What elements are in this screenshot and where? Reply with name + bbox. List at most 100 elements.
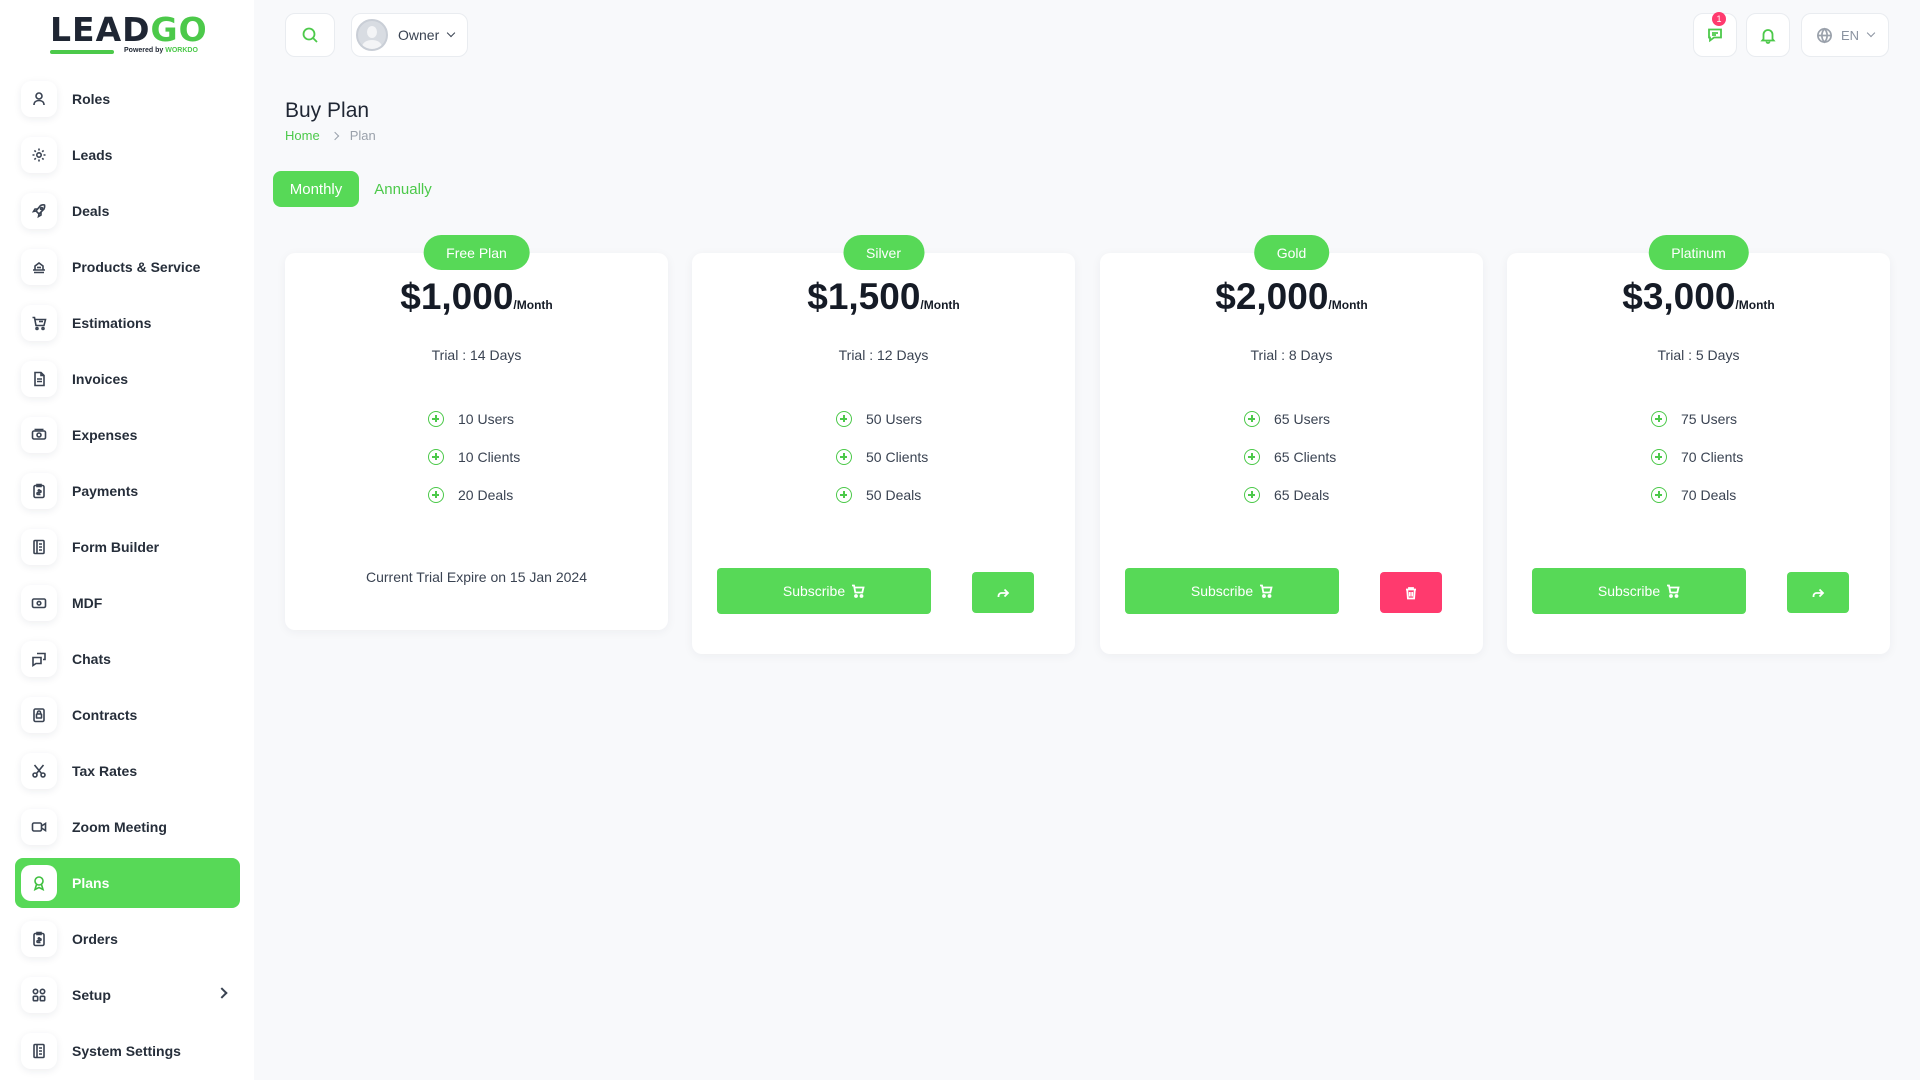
- language-selector[interactable]: EN: [1801, 13, 1889, 57]
- award-icon: [21, 865, 57, 901]
- feature-item: 70 Deals: [1651, 485, 1736, 505]
- plan-trial: Trial : 14 Days: [431, 347, 522, 363]
- language-label: EN: [1840, 27, 1860, 43]
- sidebar-item-deals[interactable]: Deals: [15, 186, 240, 236]
- plus-circle-icon: [836, 487, 852, 503]
- contract-icon: [21, 697, 57, 733]
- cart-icon: [21, 305, 57, 341]
- feature-item: 65 Deals: [1244, 485, 1329, 505]
- file-icon: [21, 361, 57, 397]
- plus-circle-icon: [1244, 487, 1260, 503]
- grid-icon: [21, 977, 57, 1013]
- chevron-right-icon: [216, 987, 228, 999]
- search-button[interactable]: [285, 13, 335, 57]
- chevron-down-icon: [1866, 28, 1876, 38]
- sidebar-item-label: Plans: [72, 875, 110, 891]
- feature-item: 70 Clients: [1651, 447, 1743, 467]
- feature-item: 50 Clients: [836, 447, 928, 467]
- sidebar-item-roles[interactable]: Roles: [15, 74, 240, 124]
- sidebar-item-products[interactable]: Products & Service: [15, 242, 240, 292]
- chevron-right-icon: [330, 131, 339, 140]
- bell-icon: [1760, 29, 1776, 44]
- rocket-icon: [21, 193, 57, 229]
- sidebar-item-label: Payments: [72, 483, 139, 499]
- sidebar-item-label: Setup: [72, 987, 111, 1003]
- sidebar-item-mdf[interactable]: MDF: [15, 578, 240, 628]
- sidebar-item-plans[interactable]: Plans: [15, 858, 240, 908]
- subscribe-button[interactable]: Subscribe: [1532, 568, 1746, 614]
- delete-button[interactable]: [1380, 572, 1442, 613]
- sidebar-item-invoices[interactable]: Invoices: [15, 354, 240, 404]
- plan-name-badge: Free Plan: [423, 235, 530, 270]
- plus-circle-icon: [1244, 449, 1260, 465]
- sidebar-item-label: Form Builder: [72, 539, 160, 555]
- sidebar-item-label: Zoom Meeting: [72, 819, 167, 835]
- avatar: [356, 19, 388, 51]
- sidebar-item-chats[interactable]: Chats: [15, 634, 240, 684]
- sidebar-item-tax-rates[interactable]: Tax Rates: [15, 746, 240, 796]
- form-icon: [21, 529, 57, 565]
- sidebar-item-leads[interactable]: Leads: [15, 130, 240, 180]
- subscribe-button[interactable]: Subscribe: [1125, 568, 1339, 614]
- sidebar-item-contracts[interactable]: Contracts: [15, 690, 240, 740]
- sidebar-item-label: MDF: [72, 595, 103, 611]
- user-menu[interactable]: Owner: [351, 13, 468, 57]
- feature-item: 65 Clients: [1244, 447, 1336, 467]
- clipboard-icon: [21, 921, 57, 957]
- share-icon: [1812, 588, 1825, 597]
- sidebar-item-zoom-meeting[interactable]: Zoom Meeting: [15, 802, 240, 852]
- plan-card-gold: Gold $2,000/Month Trial : 8 Days 65 User…: [1100, 235, 1483, 654]
- messages-button[interactable]: 1: [1693, 12, 1737, 57]
- refer-button[interactable]: [1787, 572, 1849, 613]
- plan-trial: Trial : 5 Days: [1657, 347, 1740, 363]
- cash-icon: [21, 585, 57, 621]
- plus-circle-icon: [836, 411, 852, 427]
- plan-trial: Trial : 8 Days: [1250, 347, 1333, 363]
- sidebar-item-label: Tax Rates: [72, 763, 138, 779]
- sidebar-item-orders[interactable]: Orders: [15, 914, 240, 964]
- sidebar: LEADGO Powered by WORKDO Roles Leads Dea…: [0, 0, 254, 1080]
- clipboard-icon: [21, 473, 57, 509]
- leadgo-logo[interactable]: LEADGO Powered by WORKDO: [50, 12, 210, 62]
- sidebar-item-label: Roles: [72, 91, 111, 107]
- sidebar-item-form-builder[interactable]: Form Builder: [15, 522, 240, 572]
- feature-item: 10 Users: [428, 409, 514, 429]
- plan-trial: Trial : 12 Days: [838, 347, 929, 363]
- refer-button[interactable]: [972, 572, 1034, 613]
- plus-circle-icon: [428, 487, 444, 503]
- lead-icon: [21, 137, 57, 173]
- plan-price: $2,000/Month: [1215, 276, 1368, 317]
- sidebar-item-expenses[interactable]: Expenses: [15, 410, 240, 460]
- chat-icon: [21, 641, 57, 677]
- chevron-down-icon: [446, 28, 456, 38]
- user-name: Owner: [398, 27, 440, 43]
- feature-item: 20 Deals: [428, 485, 513, 505]
- settings-icon: [21, 1033, 57, 1069]
- trash-icon: [1406, 586, 1416, 599]
- tab-monthly[interactable]: Monthly: [273, 171, 359, 207]
- sidebar-item-label: Leads: [72, 147, 113, 163]
- plan-price: $1,000/Month: [400, 276, 553, 317]
- plus-circle-icon: [1651, 487, 1667, 503]
- plus-circle-icon: [1244, 411, 1260, 427]
- plus-circle-icon: [1651, 449, 1667, 465]
- sidebar-item-label: Estimations: [72, 315, 152, 331]
- subscribe-button[interactable]: Subscribe: [717, 568, 931, 614]
- notifications-button[interactable]: [1746, 13, 1790, 57]
- sidebar-item-system-settings[interactable]: System Settings: [15, 1026, 240, 1076]
- plus-circle-icon: [836, 449, 852, 465]
- sidebar-item-setup[interactable]: Setup: [15, 970, 240, 1020]
- feature-item: 65 Users: [1244, 409, 1330, 429]
- sidebar-item-estimations[interactable]: Estimations: [15, 298, 240, 348]
- breadcrumb-home[interactable]: Home: [285, 128, 320, 143]
- plan-name-badge: Platinum: [1648, 235, 1749, 270]
- tab-annually[interactable]: Annually: [365, 171, 441, 207]
- user-icon: [21, 81, 57, 117]
- cart-icon: [1667, 584, 1680, 598]
- page-title: Buy Plan: [285, 99, 370, 122]
- sidebar-item-label: Invoices: [72, 371, 129, 387]
- sidebar-item-label: Products & Service: [72, 259, 201, 275]
- sidebar-item-payments[interactable]: Payments: [15, 466, 240, 516]
- search-icon: [302, 27, 318, 43]
- feature-item: 50 Users: [836, 409, 922, 429]
